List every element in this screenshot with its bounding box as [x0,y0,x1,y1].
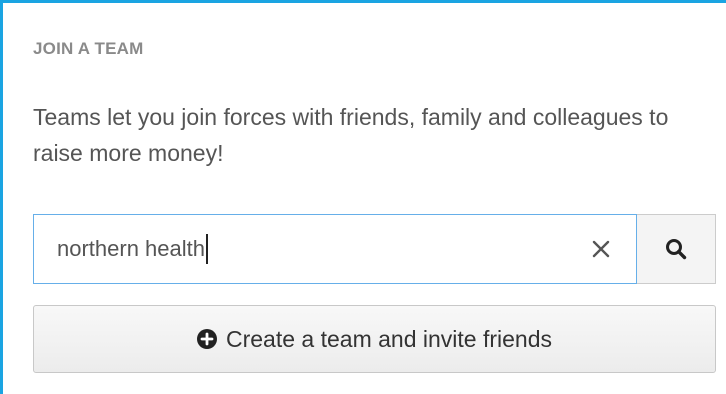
search-icon [666,239,687,260]
team-description: Teams let you join forces with friends, … [33,104,669,166]
create-team-button[interactable]: Create a team and invite friends [33,305,716,373]
team-search-group: northern health [33,214,716,284]
join-team-panel: JOIN A TEAM Teams let you join forces wi… [0,0,726,394]
section-heading: JOIN A TEAM [33,39,144,58]
plus-circle-icon [196,329,217,349]
search-button[interactable] [637,214,716,284]
search-input-value: northern health [57,236,205,261]
team-search-input[interactable]: northern health [34,215,574,283]
create-team-label: Create a team and invite friends [225,325,552,352]
close-icon [592,240,610,258]
text-caret [206,234,208,264]
team-search-field[interactable]: northern health [33,214,637,284]
clear-search-button[interactable] [584,232,618,266]
